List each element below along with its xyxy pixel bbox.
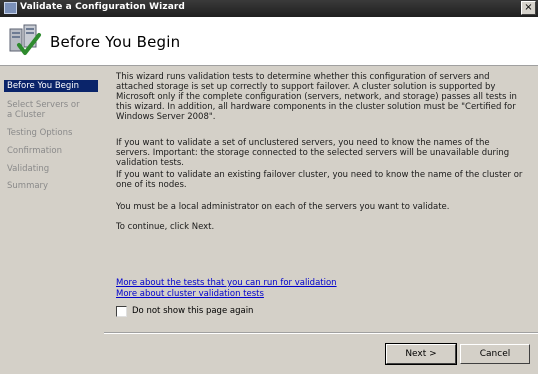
wizard-header: Before You Begin (0, 17, 538, 66)
continue-paragraph: To continue, click Next. (116, 222, 215, 232)
nav-step-select-servers[interactable]: Select Servers or a Cluster (4, 99, 88, 121)
wizard-app-icon (4, 2, 17, 14)
intro-paragraph: This wizard runs validation tests to det… (116, 72, 517, 122)
existing-cluster-paragraph: If you want to validate an existing fail… (116, 170, 523, 190)
nav-step-confirmation[interactable]: Confirmation (4, 145, 98, 157)
nav-step-validating[interactable]: Validating (4, 163, 98, 175)
window-titlebar[interactable]: Validate a Configuration Wizard × (0, 0, 538, 17)
close-button[interactable]: × (521, 1, 536, 15)
button-divider (104, 332, 538, 334)
cancel-button[interactable]: Cancel (460, 344, 530, 364)
do-not-show-label[interactable]: Do not show this page again (132, 306, 253, 316)
link-tests-for-validation[interactable]: More about the tests that you can run fo… (116, 278, 337, 288)
window-title: Validate a Configuration Wizard (20, 2, 185, 12)
admin-paragraph: You must be a local administrator on eac… (116, 202, 450, 212)
nav-step-summary[interactable]: Summary (4, 180, 98, 192)
cluster-validate-icon (9, 24, 41, 55)
do-not-show-checkbox[interactable] (116, 306, 127, 317)
nav-step-testing-options[interactable]: Testing Options (4, 127, 98, 139)
unclustered-paragraph: If you want to validate a set of unclust… (116, 138, 510, 168)
page-title: Before You Begin (50, 33, 181, 51)
nav-step-before-you-begin[interactable]: Before You Begin (4, 80, 98, 92)
wizard-steps-nav: Before You Begin Select Servers or a Clu… (0, 66, 104, 374)
next-button[interactable]: Next > (385, 343, 457, 365)
link-cluster-validation-tests[interactable]: More about cluster validation tests (116, 289, 264, 299)
wizard-content: This wizard runs validation tests to det… (104, 66, 538, 374)
